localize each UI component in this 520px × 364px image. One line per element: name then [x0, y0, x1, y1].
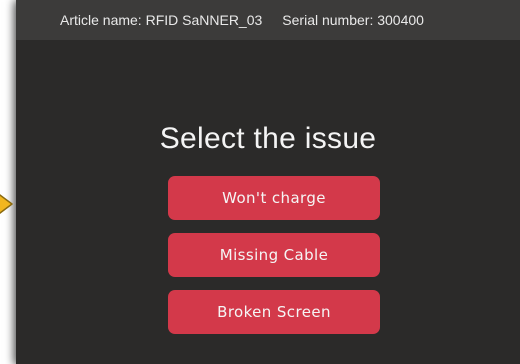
page-title: Select the issue [159, 122, 377, 155]
app-screen: Article name: RFID SaNNER_03 Serial numb… [16, 0, 520, 364]
arrow-pointer-icon [0, 190, 14, 218]
issue-button-broken-screen[interactable]: Broken Screen [168, 290, 380, 334]
serial-number: Serial number: 300400 [282, 12, 424, 28]
article-name: Article name: RFID SaNNER_03 [60, 12, 263, 28]
stage: Article name: RFID SaNNER_03 Serial numb… [0, 0, 520, 364]
issue-button-wont-charge[interactable]: Won't charge [168, 176, 380, 220]
issue-button-missing-cable[interactable]: Missing Cable [168, 233, 380, 277]
header-bar: Article name: RFID SaNNER_03 Serial numb… [16, 0, 520, 40]
